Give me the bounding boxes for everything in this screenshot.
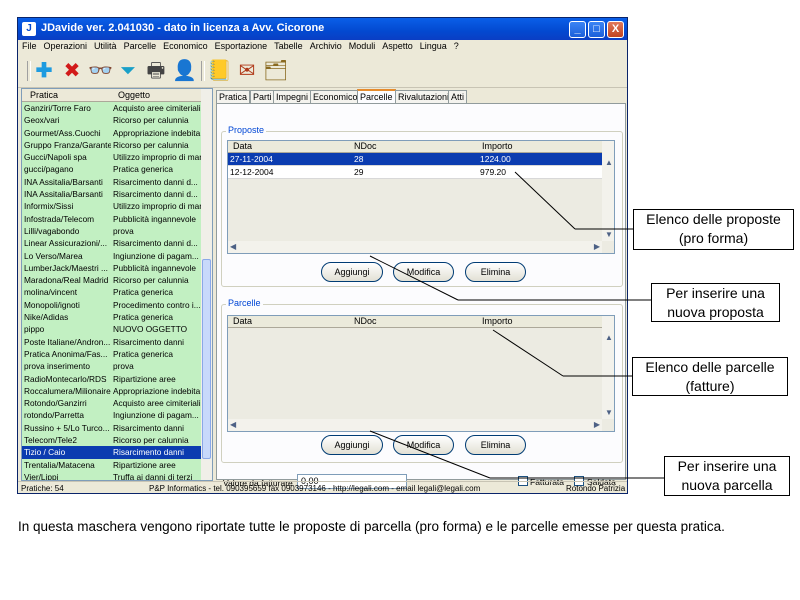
callout-elenco-parcelle: Elenco delle parcelle (fatture): [632, 357, 788, 396]
callout-elenco-proposte: Elenco delle proposte (pro forma): [633, 209, 794, 250]
caption-text: In questa maschera vengono riportate tut…: [18, 519, 725, 534]
callout-inserire-parcella: Per inserire una nuova parcella: [664, 456, 790, 496]
callout-inserire-proposta: Per inserire una nuova proposta: [651, 283, 780, 322]
